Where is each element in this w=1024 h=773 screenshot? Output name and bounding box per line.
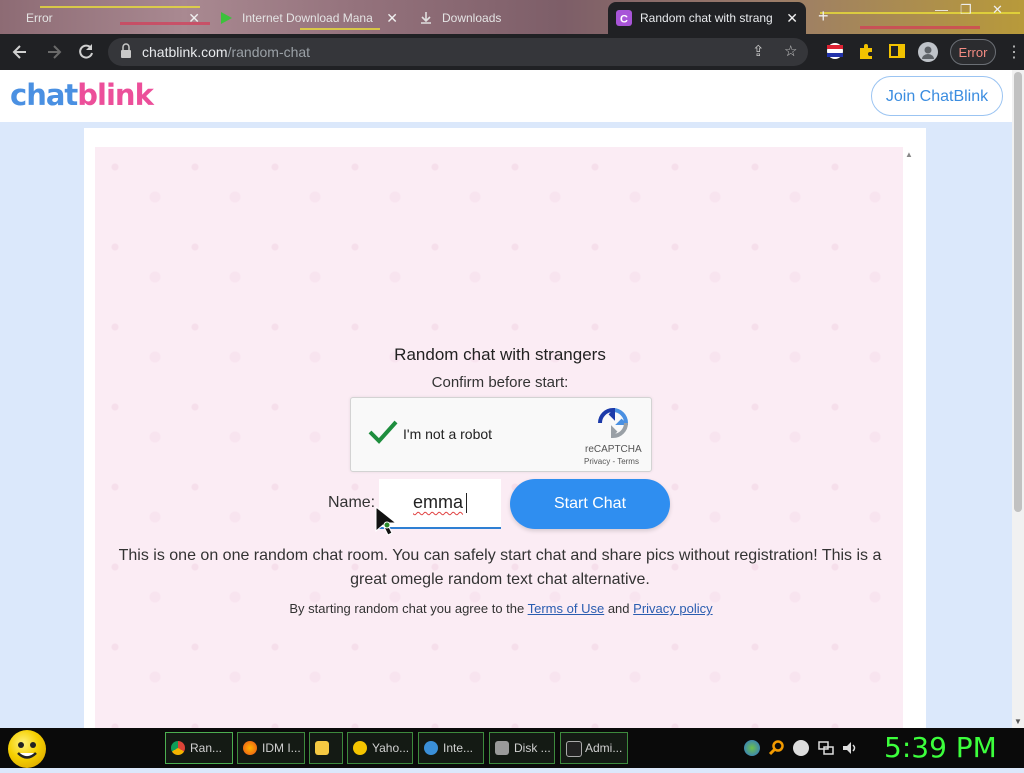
start-chat-button[interactable]: Start Chat <box>510 479 670 529</box>
tab-downloads[interactable]: Downloads <box>410 4 604 32</box>
taskbar-item-idm[interactable]: IDM I... <box>237 732 305 764</box>
reload-icon[interactable] <box>76 42 96 62</box>
svg-text:C: C <box>620 14 628 26</box>
side-panel-icon[interactable] <box>888 42 908 62</box>
terms-prefix: By starting random chat you agree to the <box>289 601 525 616</box>
taskbar-label: IDM I... <box>262 741 301 755</box>
taskbar-label: Disk ... <box>514 741 551 755</box>
confirm-text: Confirm before start: <box>431 374 569 391</box>
taskbar-item-chrome[interactable]: Ran... <box>165 732 233 764</box>
yahoo-messenger-icon <box>353 741 367 755</box>
status-tray-icon[interactable] <box>793 740 809 756</box>
profile-error-button[interactable]: Error <box>950 39 996 65</box>
close-icon[interactable]: ✕ <box>386 10 398 27</box>
tab-label: Downloads <box>442 11 502 25</box>
panel-scroll-up-icon[interactable]: ▲ <box>905 150 913 159</box>
taskbar-item-yahoo[interactable]: Yaho... <box>347 732 413 764</box>
network-globe-icon <box>424 741 438 755</box>
firefox-icon <box>243 741 257 755</box>
display-tray-icon[interactable] <box>818 740 834 756</box>
taskbar-clock[interactable]: 5:39 PM <box>884 730 997 766</box>
terms-of-use-link[interactable]: Terms of Use <box>528 601 605 616</box>
page-scrollbar[interactable]: ▼ <box>1012 70 1024 728</box>
extensions-puzzle-icon[interactable] <box>857 42 877 62</box>
taskbar-label: Ran... <box>190 741 223 755</box>
taskbar-item-disk[interactable]: Disk ... <box>489 732 555 764</box>
close-icon[interactable]: ✕ <box>786 10 798 27</box>
taskbar-item-internet[interactable]: Inte... <box>418 732 484 764</box>
site-header: chatblink Join ChatBlink <box>0 70 1012 122</box>
forward-icon[interactable] <box>44 42 64 62</box>
url-text: chatblink.com/random-chat <box>142 44 311 60</box>
recaptcha-brand: reCAPTCHA <box>585 444 642 455</box>
search-tray-icon[interactable] <box>768 740 784 756</box>
name-label: Name: <box>328 494 376 511</box>
page-heading: Random chat with strangers <box>394 345 606 364</box>
join-chatblink-button[interactable]: Join ChatBlink <box>871 76 1003 116</box>
recaptcha-label: I'm not a robot <box>403 426 493 442</box>
minimize-icon[interactable]: — <box>935 2 948 17</box>
scroll-down-icon[interactable]: ▼ <box>1014 717 1022 726</box>
taskbar-label: Admi... <box>585 741 623 755</box>
taskbar-label: Yaho... <box>372 741 410 755</box>
description-text: This is one on one random chat room. You… <box>118 547 882 588</box>
bookmark-star-icon[interactable]: ☆ <box>784 38 797 66</box>
download-icon <box>418 10 434 26</box>
chrome-icon <box>171 741 185 755</box>
recaptcha-widget[interactable]: I'm not a robot reCAPTCHA Privacy - Term… <box>350 397 652 472</box>
terms-line: By starting random chat you agree to the… <box>0 601 1002 616</box>
play-icon <box>218 10 234 26</box>
taskbar-item-admin-cmd[interactable]: Admi... <box>560 732 628 764</box>
tab-strip: Error ✕ Internet Download Mana ✕ Downloa… <box>0 0 1024 34</box>
tab-label: Error <box>26 11 53 25</box>
new-tab-icon[interactable]: + <box>818 6 829 27</box>
network-tray-icon[interactable] <box>744 740 760 756</box>
address-bar[interactable]: chatblink.com/random-chat ⇪ ☆ <box>108 38 808 66</box>
scrollbar-thumb[interactable] <box>1014 72 1022 512</box>
folder-icon <box>315 741 329 755</box>
checkmark-icon[interactable] <box>367 418 399 451</box>
tab-label: Internet Download Mana <box>242 11 373 25</box>
more-menu-icon[interactable]: ⋮ <box>1006 42 1022 62</box>
profile-flag-icon[interactable] <box>826 42 846 62</box>
tab-label: Random chat with strang <box>640 11 773 25</box>
tab-random-chat[interactable]: C Random chat with strang ✕ <box>608 2 806 34</box>
volume-icon[interactable] <box>842 740 858 756</box>
tab-error[interactable]: Error ✕ <box>18 4 208 32</box>
mouse-pointer-icon <box>374 505 402 542</box>
back-icon[interactable] <box>10 42 30 62</box>
maximize-icon[interactable]: ❐ <box>960 2 972 18</box>
taskbar-item-explorer[interactable] <box>309 732 343 764</box>
taskbar: Ran... IDM I... Yaho... Inte... Disk ...… <box>0 728 1024 768</box>
window-close-icon[interactable]: ✕ <box>992 2 1003 18</box>
command-prompt-icon <box>566 741 582 757</box>
tab-idm[interactable]: Internet Download Mana ✕ <box>210 4 406 32</box>
taskbar-label: Inte... <box>443 741 474 755</box>
close-icon[interactable]: ✕ <box>188 10 200 27</box>
terms-and: and <box>607 601 630 616</box>
start-smiley-icon[interactable] <box>8 730 46 768</box>
account-avatar-icon[interactable] <box>918 42 938 62</box>
text-caret <box>466 493 467 513</box>
recaptcha-logo-icon <box>597 407 629 444</box>
recaptcha-terms-link[interactable]: Privacy - Terms <box>584 457 639 466</box>
chatblink-logo[interactable]: chatblink <box>10 78 154 112</box>
disk-icon <box>495 741 509 755</box>
name-input-value: emma <box>413 492 464 512</box>
share-icon[interactable]: ⇪ <box>752 38 765 66</box>
browser-toolbar: chatblink.com/random-chat ⇪ ☆ Error ⋮ <box>0 34 1024 70</box>
chatblink-favicon-icon: C <box>616 10 632 26</box>
privacy-policy-link[interactable]: Privacy policy <box>633 601 712 616</box>
